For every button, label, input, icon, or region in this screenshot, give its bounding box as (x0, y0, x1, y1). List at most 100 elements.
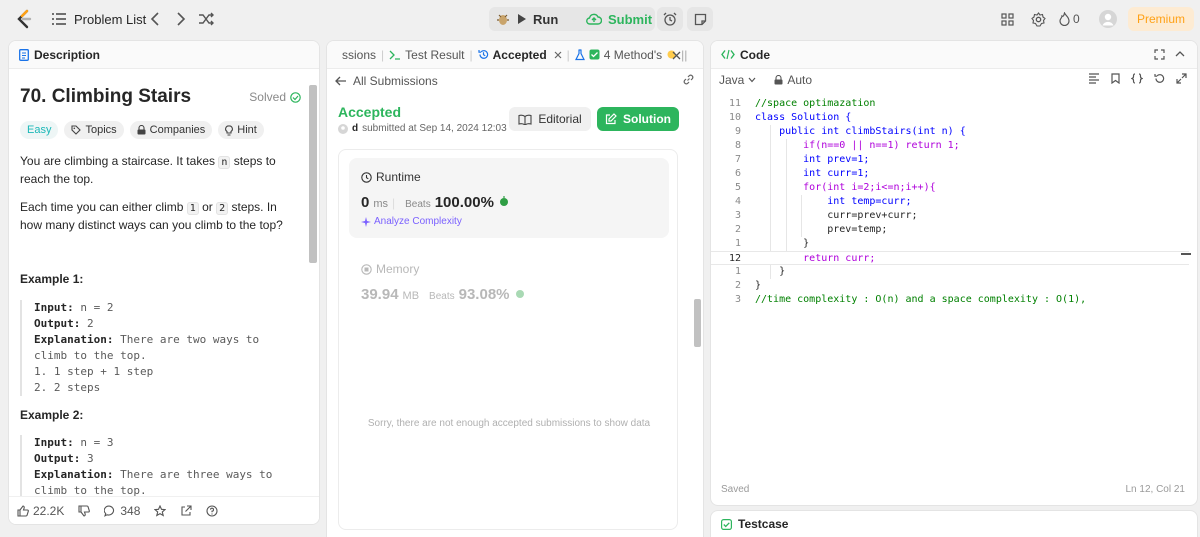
chevron-up-icon[interactable] (1175, 49, 1185, 59)
code-line: 4 int temp=curr; (734, 196, 912, 207)
no-data-message: Sorry, there are not enough accepted sub… (367, 418, 651, 429)
format-icon[interactable] (1088, 73, 1100, 84)
problem-list-button[interactable]: Problem List (52, 9, 146, 29)
auto-mode-toggle[interactable]: Auto (774, 73, 812, 87)
solved-label: Solved (249, 90, 286, 104)
history-icon (478, 49, 489, 60)
favorite-button[interactable] (154, 504, 167, 517)
leetcode-logo-icon[interactable] (14, 9, 34, 29)
runtime-title: Runtime (361, 170, 421, 184)
editorial-button[interactable]: Editorial (509, 107, 591, 131)
language-selector[interactable]: Java (719, 73, 756, 87)
code-line: 2} (734, 280, 762, 291)
analyze-complexity-link[interactable]: Analyze Complexity (361, 216, 462, 227)
submit-label: Submit (608, 11, 653, 27)
tab-accepted[interactable]: Accepted (473, 41, 567, 69)
top-bar: Problem List Run Submit 0 Premium (0, 0, 1200, 38)
question-circle-icon (206, 504, 218, 517)
note-icon (694, 13, 707, 26)
close-panel-icon[interactable] (672, 51, 681, 60)
premium-button[interactable]: Premium (1128, 7, 1194, 31)
testcase-panel[interactable]: Testcase (710, 510, 1198, 537)
like-button[interactable]: 22.2K (17, 504, 64, 518)
streak-count: 0 (1073, 12, 1080, 26)
alarm-clock-icon (663, 12, 677, 26)
close-icon[interactable] (554, 51, 562, 59)
submit-button[interactable]: Submit (586, 7, 652, 31)
share-button[interactable] (180, 504, 192, 517)
leaf-emoji-icon (514, 287, 526, 299)
description-scrollbar[interactable] (309, 85, 317, 263)
solution-button[interactable]: Solution (597, 107, 679, 131)
check-circle-icon (290, 91, 301, 103)
run-button[interactable]: Run (517, 7, 558, 31)
memory-card[interactable]: Memory 39.94 MB Beats 93.08% (349, 250, 669, 310)
list-icon (52, 13, 66, 25)
code-editor[interactable]: 11//space optimazation 10 class Solution … (711, 97, 1197, 317)
difficulty-tag: Easy (20, 121, 59, 139)
flask-icon (574, 48, 585, 61)
code-brackets-icon (721, 49, 735, 60)
code-line: 5 for(int i=2;i<=n;i++){ (734, 182, 936, 193)
problem-title[interactable]: 70. Climbing Stairs (20, 86, 191, 108)
dislike-button[interactable] (78, 504, 91, 517)
next-problem-button[interactable] (171, 9, 191, 29)
topics-tag[interactable]: Topics (64, 121, 124, 139)
bookmark-icon[interactable] (1111, 73, 1120, 84)
avatar[interactable] (1098, 9, 1118, 29)
play-icon (517, 13, 527, 25)
code-tab-label: Code (740, 47, 770, 62)
submission-status: Accepted (338, 104, 402, 120)
editor-actions (1088, 73, 1187, 84)
submission-user[interactable]: d (352, 123, 358, 134)
timer-button[interactable] (657, 7, 683, 31)
previous-problem-button[interactable] (145, 9, 165, 29)
hint-tag[interactable]: Hint (218, 121, 264, 139)
help-button[interactable] (206, 504, 218, 517)
description-tab[interactable]: Description (9, 41, 319, 69)
braces-icon[interactable] (1131, 73, 1143, 84)
comments-button[interactable]: 348 (104, 504, 140, 518)
run-label: Run (533, 11, 559, 27)
runtime-card[interactable]: Runtime 0 ms | Beats 100.00% Analyze Com… (349, 158, 669, 238)
expand-icon[interactable] (1176, 73, 1187, 84)
memory-value: 39.94 MB Beats 93.08% (361, 286, 526, 303)
thumbs-up-icon (17, 504, 29, 517)
external-link-icon (180, 504, 192, 517)
terminal-icon (389, 50, 401, 60)
code-tab[interactable]: Code (711, 41, 1197, 69)
layout-button[interactable] (997, 9, 1017, 29)
description-tab-label: Description (34, 47, 101, 62)
chevron-right-icon (176, 12, 186, 26)
cursor-position: Ln 12, Col 21 (1125, 484, 1186, 495)
sparkle-icon (361, 216, 371, 227)
stats-card: Runtime 0 ms | Beats 100.00% Analyze Com… (338, 149, 678, 530)
streak-counter[interactable]: 0 (1059, 9, 1080, 29)
tab-submissions[interactable]: ssions (337, 41, 381, 69)
debug-bug-icon[interactable] (494, 10, 512, 28)
comment-count: 348 (120, 503, 141, 518)
example-1-heading: Example 1: (20, 272, 84, 286)
star-icon (154, 504, 167, 517)
submission-scrollbar[interactable] (694, 299, 701, 347)
all-submissions-link[interactable]: All Submissions (335, 72, 438, 90)
cloud-upload-icon (586, 13, 602, 25)
maximize-icon[interactable] (1154, 49, 1165, 60)
checkbox-icon (721, 518, 732, 530)
tab-test-result[interactable]: Test Result (384, 41, 469, 69)
copy-link-icon[interactable] (682, 73, 695, 86)
companies-tag[interactable]: Companies (129, 121, 213, 139)
problem-statement-1: You are climbing a staircase. It takes n… (20, 154, 276, 186)
notes-button[interactable] (687, 7, 713, 31)
code-line: 10 class Solution { (728, 112, 852, 123)
minimap-cursor (1181, 253, 1191, 255)
settings-button[interactable] (1028, 9, 1048, 29)
submission-meta: d submitted at Sep 14, 2024 12:03 (338, 123, 507, 134)
submission-time: submitted at Sep 14, 2024 12:03 (362, 123, 507, 134)
reset-icon[interactable] (1154, 73, 1165, 84)
thumbs-down-icon (78, 504, 91, 517)
runtime-value: 0 ms | Beats 100.00% (361, 194, 510, 211)
random-problem-button[interactable] (196, 9, 216, 29)
solved-indicator: Solved (249, 90, 301, 104)
leaf-emoji-icon (498, 195, 510, 207)
